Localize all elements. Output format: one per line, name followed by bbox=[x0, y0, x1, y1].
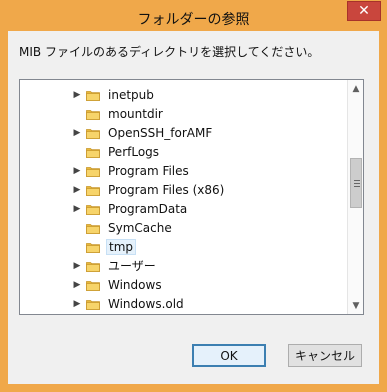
folder-icon bbox=[86, 280, 100, 291]
tree-item[interactable]: ▶ OpenSSH_forAMF bbox=[20, 123, 346, 142]
tree-item-label: tmp bbox=[106, 238, 137, 255]
folder-tree[interactable]: ▲ ▼ ▶ inetpub mountdir ▶ OpenSSH_forAMF PerfL… bbox=[19, 79, 364, 315]
grip-line bbox=[354, 183, 360, 184]
tree-item-label: OpenSSH_forAMF bbox=[108, 125, 213, 140]
folder-browse-dialog: フォルダーの参照 ✕ MIB ファイルのあるディレクトリを選択してください。 ▲… bbox=[0, 0, 387, 392]
folder-icon bbox=[86, 185, 100, 196]
folder-icon bbox=[86, 128, 100, 139]
tree-item[interactable]: mountdir bbox=[20, 104, 346, 123]
instruction-text: MIB ファイルのあるディレクトリを選択してください。 bbox=[19, 45, 320, 59]
tree-item[interactable]: SymCache bbox=[20, 218, 346, 237]
chevron-right-icon[interactable]: ▶ bbox=[72, 128, 82, 138]
chevron-right-icon[interactable]: ▶ bbox=[72, 280, 82, 290]
tree-item[interactable]: ▶ ProgramData bbox=[20, 199, 346, 218]
vertical-scrollbar[interactable]: ▲ ▼ bbox=[347, 80, 363, 314]
scrollbar-thumb[interactable] bbox=[350, 158, 362, 208]
folder-icon bbox=[86, 90, 100, 101]
tree-item-label: ProgramData bbox=[108, 201, 188, 216]
folder-icon bbox=[86, 147, 100, 158]
dialog-body: MIB ファイルのあるディレクトリを選択してください。 ▲ ▼ ▶ inetpub… bbox=[8, 31, 379, 384]
chevron-right-icon[interactable]: ▶ bbox=[72, 166, 82, 176]
tree-item-label: SymCache bbox=[108, 220, 172, 235]
chevron-right-icon[interactable]: ▶ bbox=[72, 261, 82, 271]
ok-button[interactable]: OK bbox=[192, 344, 266, 367]
tree-item[interactable]: ▶ ユーザー bbox=[20, 256, 346, 275]
folder-icon bbox=[86, 109, 100, 120]
grip-line bbox=[354, 186, 360, 187]
chevron-right-icon[interactable]: ▶ bbox=[72, 90, 82, 100]
tree-item-label: Program Files (x86) bbox=[108, 182, 225, 197]
tree-item[interactable]: ▶ inetpub bbox=[20, 85, 346, 104]
close-icon: ✕ bbox=[358, 3, 370, 19]
chevron-down-icon[interactable]: ▼ bbox=[348, 297, 363, 314]
close-button[interactable]: ✕ bbox=[347, 1, 381, 21]
chevron-right-icon[interactable]: ▶ bbox=[72, 204, 82, 214]
grip-line bbox=[354, 180, 360, 181]
tree-item[interactable]: ▶ Windows bbox=[20, 275, 346, 294]
tree-item[interactable]: ▶ Program Files bbox=[20, 161, 346, 180]
folder-icon bbox=[86, 166, 100, 177]
tree-item-label: mountdir bbox=[108, 106, 163, 121]
dialog-title: フォルダーの参照 bbox=[137, 12, 250, 28]
tree-item[interactable]: tmp bbox=[20, 237, 346, 256]
folder-icon bbox=[86, 299, 100, 310]
tree-item[interactable]: ▶ Program Files (x86) bbox=[20, 180, 346, 199]
tree-item-label: inetpub bbox=[108, 87, 154, 102]
tree-item-label: Windows bbox=[108, 277, 162, 292]
tree-item-label: PerfLogs bbox=[108, 144, 160, 159]
tree-item-label: Program Files bbox=[108, 163, 189, 178]
folder-icon bbox=[86, 223, 100, 234]
tree-item-label: ユーザー bbox=[108, 259, 156, 273]
tree-item[interactable]: ▶ Windows.old bbox=[20, 294, 346, 313]
cancel-button[interactable]: キャンセル bbox=[288, 344, 362, 367]
folder-icon bbox=[86, 204, 100, 215]
chevron-up-icon[interactable]: ▲ bbox=[348, 80, 363, 97]
chevron-right-icon[interactable]: ▶ bbox=[72, 185, 82, 195]
chevron-right-icon[interactable]: ▶ bbox=[72, 299, 82, 309]
folder-icon bbox=[86, 261, 100, 272]
tree-item[interactable]: PerfLogs bbox=[20, 142, 346, 161]
tree-item-label: Windows.old bbox=[108, 296, 184, 311]
folder-icon bbox=[86, 242, 100, 253]
